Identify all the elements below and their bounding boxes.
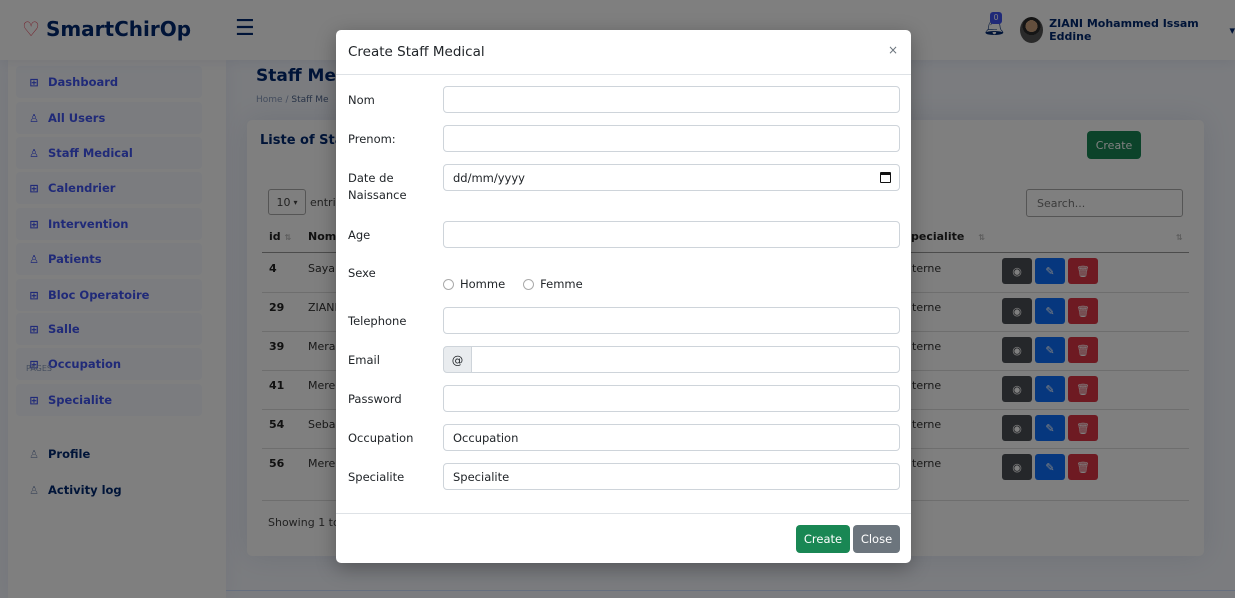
modal-title: Create Staff Medical [348,44,485,60]
sexe-label: Sexe [348,266,376,280]
date-label-line1: Date de [348,171,394,185]
occupation-select[interactable]: Occupation [443,424,900,451]
specialite-select[interactable]: Specialite [443,463,900,490]
prenom-input[interactable] [443,125,900,152]
radio-femme[interactable] [523,278,535,290]
close-icon[interactable]: × [888,44,898,56]
radio-homme[interactable] [443,278,454,290]
date-naissance-input[interactable]: dd/mm/yyyy [443,164,900,191]
email-label: Email [348,353,380,367]
modal-header-divider [336,74,911,75]
create-staff-modal: Create Staff Medical × Nom Prenom: Date … [336,30,911,563]
date-value: dd/mm/yyyy [453,170,525,185]
telephone-label: Telephone [348,314,407,328]
date-label: Date de Naissance [348,170,428,204]
nom-label: Nom [348,93,375,107]
modal-footer-divider [336,513,911,514]
telephone-input[interactable] [443,307,900,334]
prenom-label: Prenom: [348,132,396,146]
calendar-icon[interactable] [880,172,891,183]
password-label: Password [348,392,402,406]
age-input[interactable] [443,221,900,248]
email-at-addon: @ [443,346,472,373]
occupation-label: Occupation [348,431,414,445]
specialite-label: Specialite [348,470,405,484]
age-label: Age [348,228,371,242]
nom-input[interactable] [443,86,900,113]
email-input[interactable] [471,346,900,373]
date-label-line2: Naissance [348,188,407,202]
password-input[interactable] [443,385,900,412]
sexe-radio-group: Homme Femme [443,277,583,291]
radio-femme-label: Femme [540,277,583,291]
close-button[interactable]: Close [853,525,900,553]
create-button[interactable]: Create [796,525,850,553]
radio-homme-label: Homme [460,277,506,291]
